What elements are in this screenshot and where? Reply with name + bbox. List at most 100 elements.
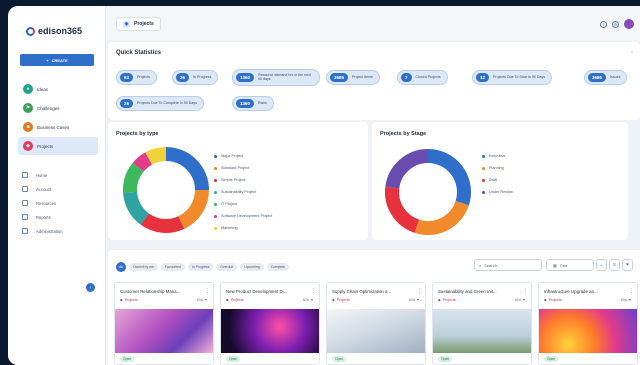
more-icon[interactable]: ⋮ bbox=[523, 288, 528, 294]
legend-item[interactable]: Major Project bbox=[214, 150, 272, 162]
project-tag: ◆ Projects bbox=[332, 298, 350, 302]
donut-slice[interactable] bbox=[123, 191, 150, 225]
heart-icon[interactable]: ♥ bbox=[523, 298, 525, 302]
donut-slice[interactable] bbox=[123, 162, 144, 193]
sidebar-item-label: Administration bbox=[36, 228, 63, 234]
stat-pill[interactable]: 7 Closed Projects bbox=[397, 70, 448, 85]
donut-slice[interactable] bbox=[140, 213, 185, 233]
project-card[interactable]: Supply Chain Optimization a... ⋮ ◆ Projec… bbox=[326, 282, 426, 365]
donut-slice[interactable] bbox=[427, 149, 471, 206]
stat-pill[interactable]: 1360 Resource demand hrs in the next 90 d… bbox=[232, 69, 320, 86]
stat-value: 7 bbox=[401, 73, 412, 82]
legend-item[interactable]: Marketing bbox=[214, 222, 272, 234]
project-image bbox=[539, 309, 637, 353]
avatar[interactable] bbox=[624, 19, 634, 29]
stat-pill[interactable]: 3685 Issues bbox=[584, 70, 628, 85]
heart-icon[interactable]: ♥ bbox=[311, 298, 313, 302]
settings-icon[interactable]: ⚙ bbox=[612, 20, 619, 28]
brand-logo[interactable]: edison365 bbox=[26, 26, 82, 36]
status-badge: Open bbox=[226, 356, 241, 362]
project-card[interactable]: Customer Relationship Mana... ⋮ ◆ Project… bbox=[114, 282, 214, 365]
legend-item[interactable]: Simple Project bbox=[214, 174, 272, 186]
legend-item[interactable]: Under Review bbox=[482, 186, 513, 198]
project-card[interactable]: New Product Development Di... ⋮ ◆ Project… bbox=[220, 282, 320, 365]
legend-item[interactable]: Executive bbox=[482, 150, 513, 162]
legend-dot bbox=[482, 166, 485, 170]
project-card[interactable]: Sustainability and Green Init... ⋮ ◆ Proj… bbox=[432, 282, 532, 365]
sidebar-item-ideas[interactable]: ● Ideas bbox=[18, 80, 98, 98]
donut-slice[interactable] bbox=[145, 147, 167, 165]
sidebar-item-account[interactable]: Account bbox=[22, 182, 100, 196]
donut-slice[interactable] bbox=[385, 186, 420, 233]
legend-item[interactable]: Draft bbox=[482, 174, 513, 186]
sidebar-item-projects[interactable]: ◆ Projects bbox=[18, 137, 98, 155]
collapse-sidebar-button[interactable]: ‹ bbox=[86, 283, 95, 292]
heart-icon[interactable]: ♥ bbox=[205, 298, 207, 302]
project-image bbox=[115, 309, 213, 353]
filter-overdue[interactable]: Overdue bbox=[216, 263, 238, 271]
filter-favourited[interactable]: Favourited bbox=[160, 263, 185, 271]
more-icon[interactable]: ⋮ bbox=[417, 288, 422, 294]
sidebar-item-resources[interactable]: Resources bbox=[22, 196, 100, 210]
filter-upcoming[interactable]: Upcoming bbox=[240, 263, 264, 271]
chevron-up-icon[interactable]: ⌃ bbox=[630, 51, 634, 57]
plus-icon: + bbox=[46, 57, 49, 63]
stat-label: Project items bbox=[352, 74, 373, 79]
sort-icon[interactable]: ≡ bbox=[609, 259, 620, 271]
legend-dot bbox=[482, 178, 485, 182]
status-badge: Open bbox=[120, 356, 135, 362]
legend-label: Under Review bbox=[489, 190, 513, 194]
sidebar-item-home[interactable]: Home bbox=[22, 168, 100, 182]
main-menu: Home Account Resources Reports Administr… bbox=[22, 168, 100, 238]
more-icon[interactable]: ⋮ bbox=[629, 288, 634, 294]
stat-pill[interactable]: 63 Projects bbox=[116, 70, 157, 85]
sidebar-item-challenges[interactable]: ⚑ Challenges bbox=[18, 99, 98, 117]
sidebar-item-business-cases[interactable]: ■ Business Cases bbox=[18, 118, 98, 136]
legend-item[interactable]: Planning bbox=[482, 162, 513, 174]
sidebar-item-reports[interactable]: Reports bbox=[22, 210, 100, 224]
donut-slice[interactable] bbox=[414, 200, 469, 235]
filter-all[interactable]: All bbox=[116, 262, 126, 272]
filter-complete[interactable]: Complete bbox=[266, 263, 290, 271]
more-icon[interactable]: ⋮ bbox=[311, 288, 316, 294]
sidebar-item-administration[interactable]: Administration bbox=[22, 224, 100, 238]
help-icon[interactable]: ? bbox=[600, 20, 607, 28]
view-label: Grid bbox=[559, 262, 568, 268]
donut-slice[interactable] bbox=[165, 147, 209, 191]
topbar: ◆ Projects ? ⚙ bbox=[106, 6, 640, 40]
legend-label: Standard Project bbox=[221, 166, 250, 170]
breadcrumb[interactable]: ◆ Projects bbox=[116, 17, 161, 31]
legend-dot bbox=[482, 190, 485, 194]
legend-item[interactable]: Standard Project bbox=[214, 162, 272, 174]
legend-label: Software Development Project bbox=[221, 214, 273, 218]
donut-slice[interactable] bbox=[132, 152, 153, 172]
sidebar-item-label: Resources bbox=[36, 200, 57, 206]
stat-value: 12 bbox=[476, 73, 490, 82]
report-icon bbox=[22, 214, 28, 220]
stat-pill[interactable]: 1360 Risks bbox=[232, 96, 274, 111]
filter-owned-by-me[interactable]: Owned by me bbox=[129, 263, 158, 271]
view-select[interactable]: ▦ Grid bbox=[546, 259, 594, 271]
filter-icon[interactable]: ⏷ bbox=[622, 259, 633, 271]
project-card[interactable]: Infrastructure Upgrade an... ⋮ ◆ Projects… bbox=[538, 282, 638, 365]
legend-item[interactable]: Software Development Project bbox=[214, 210, 272, 222]
more-icon[interactable]: ⋮ bbox=[205, 288, 210, 294]
stat-pill[interactable]: 26 Projects Due To Complete In 90 Days bbox=[116, 96, 204, 111]
search-input[interactable]: ⌕ Search... bbox=[474, 259, 542, 271]
chevron-down-icon[interactable]: ⌄ bbox=[596, 259, 607, 271]
stat-pill[interactable]: 26 In Progress bbox=[172, 70, 219, 85]
heart-icon[interactable]: ♥ bbox=[629, 298, 631, 302]
stat-label: Resource demand hrs in the next 90 days bbox=[258, 72, 311, 81]
donut-slice[interactable] bbox=[385, 149, 429, 189]
stat-pill[interactable]: 3685 Project items bbox=[326, 70, 380, 85]
heart-icon[interactable]: ♥ bbox=[417, 298, 419, 302]
create-button[interactable]: + CREATE bbox=[20, 54, 94, 66]
legend-item[interactable]: IT Project bbox=[214, 198, 272, 210]
filter-in-progress[interactable]: In Progress bbox=[187, 263, 214, 271]
stat-label: Projects bbox=[137, 74, 150, 79]
lightbulb-icon: ● bbox=[23, 84, 33, 94]
legend-item[interactable]: Sustainability Project bbox=[214, 186, 272, 198]
stat-pill[interactable]: 12 Projects Due To Start In 90 Days bbox=[472, 70, 553, 85]
projects-icon: ◆ bbox=[120, 298, 123, 302]
donut-slice[interactable] bbox=[177, 189, 209, 229]
